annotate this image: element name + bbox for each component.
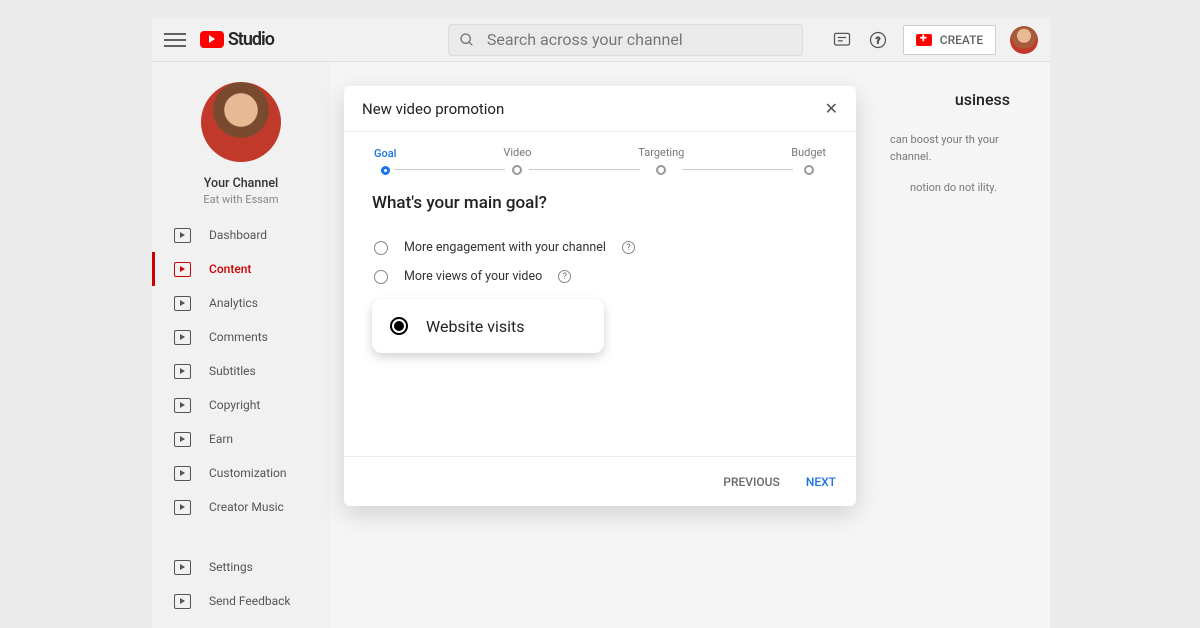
promotion-modal: New video promotion ✕ Goal Video Targeti… [344, 86, 856, 506]
svg-text:?: ? [876, 36, 880, 46]
step-label: Budget [791, 146, 826, 159]
search-placeholder: Search across your channel [487, 30, 683, 49]
radio-selected-icon [390, 317, 408, 335]
page-note-1: can boost your th your channel. [890, 132, 1020, 165]
sidebar-item-analytics[interactable]: Analytics [152, 286, 330, 320]
copyright-icon [174, 398, 191, 413]
analytics-icon [174, 296, 191, 311]
nav-bottom: Settings Send Feedback [152, 550, 330, 628]
sidebar-item-label: Comments [209, 330, 268, 344]
previous-button[interactable]: PREVIOUS [723, 475, 780, 489]
avatar[interactable] [1010, 26, 1038, 54]
sidebar-item-label: Customization [209, 466, 287, 480]
sidebar-item-customization[interactable]: Customization [152, 456, 330, 490]
brand-text: Studio [228, 29, 274, 50]
step-label: Video [503, 146, 531, 159]
step-dot-icon [656, 165, 666, 175]
step-dot-icon [381, 166, 390, 175]
modal-title: New video promotion [362, 100, 504, 118]
sidebar-item-label: Analytics [209, 296, 258, 310]
sidebar-item-label: Send Feedback [209, 594, 291, 608]
step-budget[interactable]: Budget [791, 146, 826, 175]
sidebar-item-label: Settings [209, 560, 253, 574]
radio-icon [374, 241, 388, 255]
next-button[interactable]: NEXT [806, 475, 836, 489]
option-label: Website visits [426, 317, 525, 336]
sidebar: Your Channel Eat with Essam Dashboard Co… [152, 62, 330, 628]
modal-footer: PREVIOUS NEXT [344, 456, 856, 506]
goal-question: What's your main goal? [372, 193, 828, 213]
channel-title: Your Channel [152, 176, 330, 191]
comments-icon [174, 330, 191, 345]
sidebar-item-label: Copyright [209, 398, 260, 412]
sidebar-item-label: Creator Music [209, 500, 284, 514]
sidebar-item-copyright[interactable]: Copyright [152, 388, 330, 422]
close-icon[interactable]: ✕ [825, 99, 838, 118]
customization-icon [174, 466, 191, 481]
channel-subtitle: Eat with Essam [152, 193, 330, 206]
feedback-icon [174, 594, 191, 609]
step-dot-icon [804, 165, 814, 175]
radio-icon [374, 270, 388, 284]
modal-header: New video promotion ✕ [344, 86, 856, 132]
sidebar-item-content[interactable]: Content [152, 252, 330, 286]
help-icon[interactable]: ? [867, 29, 889, 51]
subtitles-icon [174, 364, 191, 379]
sidebar-item-subtitles[interactable]: Subtitles [152, 354, 330, 388]
create-label: CREATE [940, 33, 983, 47]
create-icon [916, 34, 932, 46]
sidebar-item-earn[interactable]: Earn [152, 422, 330, 456]
app-window: Studio Search across your channel ? CREA… [152, 18, 1050, 628]
sidebar-item-creator-music[interactable]: Creator Music [152, 490, 330, 524]
sidebar-item-settings[interactable]: Settings [152, 550, 330, 584]
help-icon[interactable]: ? [622, 241, 635, 254]
sidebar-item-comments[interactable]: Comments [152, 320, 330, 354]
search-icon [459, 32, 475, 48]
option-label: More engagement with your channel [404, 240, 606, 255]
earn-icon [174, 432, 191, 447]
sidebar-item-label: Subtitles [209, 364, 256, 378]
step-targeting[interactable]: Targeting [638, 146, 684, 175]
sidebar-item-label: Content [209, 262, 251, 276]
step-label: Goal [374, 147, 396, 160]
channel-avatar[interactable] [201, 82, 281, 162]
step-dot-icon [512, 165, 522, 175]
play-icon [200, 31, 224, 48]
page-note-2: notion do not ility. [910, 180, 1020, 197]
sidebar-item-feedback[interactable]: Send Feedback [152, 584, 330, 618]
nav-list: Dashboard Content Analytics Comments Sub… [152, 218, 330, 524]
dashboard-icon [174, 228, 191, 243]
modal-body: What's your main goal? More engagement w… [344, 177, 856, 353]
content-icon [174, 262, 191, 277]
help-icon[interactable]: ? [558, 270, 571, 283]
stepper: Goal Video Targeting Budget [344, 132, 856, 177]
chat-help-icon[interactable] [831, 29, 853, 51]
sidebar-item-dashboard[interactable]: Dashboard [152, 218, 330, 252]
search-input[interactable]: Search across your channel [448, 24, 803, 56]
step-video[interactable]: Video [503, 146, 531, 175]
goal-option-views[interactable]: More views of your video ? [372, 262, 828, 291]
step-goal[interactable]: Goal [374, 147, 396, 175]
gear-icon [174, 560, 191, 575]
menu-icon[interactable] [164, 29, 186, 51]
youtube-studio-logo[interactable]: Studio [200, 29, 274, 50]
goal-option-website-visits[interactable]: Website visits [372, 299, 604, 353]
step-label: Targeting [638, 146, 684, 159]
create-button[interactable]: CREATE [903, 25, 996, 55]
header-bar: Studio Search across your channel ? CREA… [152, 18, 1050, 62]
sidebar-item-label: Dashboard [209, 228, 267, 242]
option-label: More views of your video [404, 269, 542, 284]
sidebar-item-label: Earn [209, 432, 233, 446]
music-icon [174, 500, 191, 515]
goal-option-engagement[interactable]: More engagement with your channel ? [372, 233, 828, 262]
